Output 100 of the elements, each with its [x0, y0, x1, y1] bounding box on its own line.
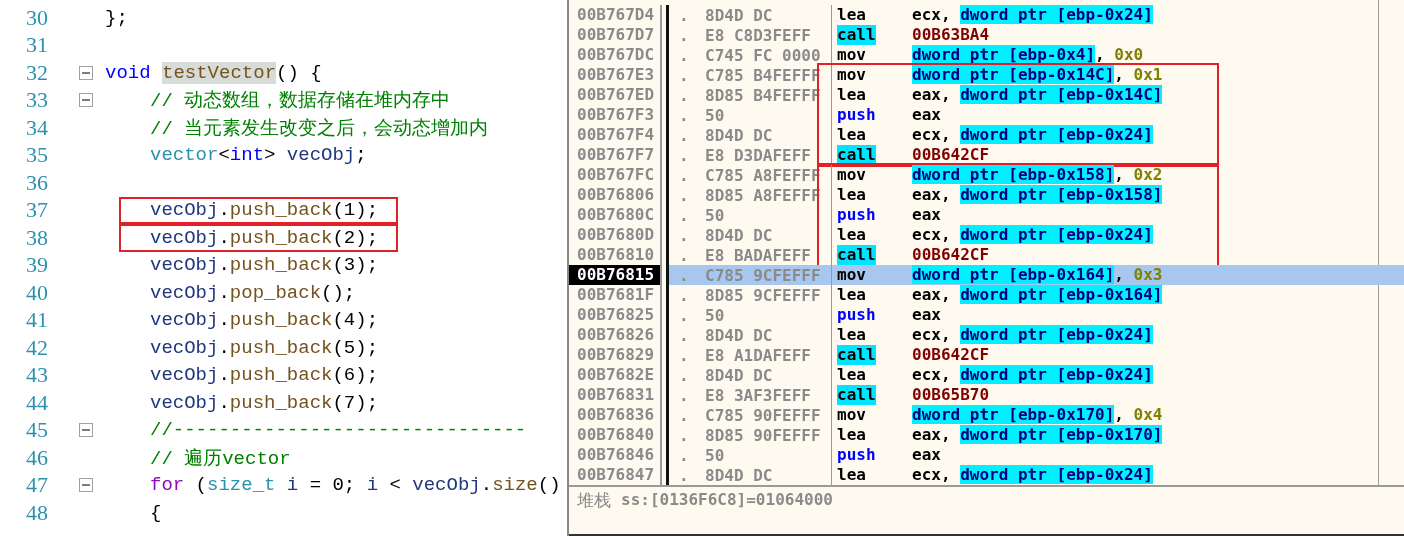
collapse-icon[interactable] [79, 478, 93, 493]
hex-cell: 8D85 9CFEFFF [705, 285, 821, 305]
line-number: 35 [25, 142, 48, 169]
address-cell: 00B7680D [569, 225, 662, 245]
operand-cell-text: 00B63BA4 [912, 25, 991, 45]
address-cell: 00B767E3 [569, 65, 662, 85]
dot-cell-text: . [679, 145, 690, 165]
address-cell: 00B76825 [569, 305, 662, 325]
code-line: // 遍历vector [150, 446, 291, 471]
operand-cell-text: eax, dword ptr [ebp-0x158] [912, 185, 1164, 205]
dot-cell-text: . [679, 5, 690, 25]
code-line: vecObj.push_back(4); [150, 309, 379, 332]
hex-cell: 8D4D DC [705, 325, 773, 345]
mnemonic-cell: mov [837, 65, 866, 85]
hex-cell: 50 [705, 445, 725, 465]
operand-cell-text: 00B642CF [912, 145, 991, 165]
mnemonic-cell: lea [837, 465, 866, 485]
address-cell: 00B767D4 [569, 5, 662, 25]
line-number: 42 [25, 334, 48, 361]
collapse-icon[interactable] [79, 423, 93, 438]
operand-cell-text: ecx, dword ptr [ebp-0x24] [912, 125, 1154, 145]
dot-cell-text: . [679, 105, 690, 125]
mnemonic-cell: lea [837, 185, 866, 205]
operand-cell-text: eax [912, 445, 942, 465]
code-line: vecObj.push_back(5); [150, 336, 379, 359]
address-cell: 00B767F7 [569, 145, 662, 165]
address-cell: 00B76806 [569, 185, 662, 205]
address-cell: 00B767DC [569, 45, 662, 65]
collapse-icon[interactable] [79, 93, 93, 108]
mnemonic-cell: mov [837, 265, 866, 285]
collapse-icon[interactable] [79, 65, 93, 80]
code-line: { [150, 501, 162, 524]
dot-cell-text: . [679, 285, 690, 305]
dot-cell-text: . [679, 45, 690, 65]
hex-cell: E8 3AF3FEFF [705, 385, 811, 405]
line-number: 31 [25, 32, 48, 59]
dot-cell-text: . [679, 205, 690, 225]
code-line: }; [105, 6, 128, 29]
address-cell: 00B76840 [569, 425, 662, 445]
operand-cell-text: ecx, dword ptr [ebp-0x24] [912, 465, 1154, 485]
line-number: 44 [25, 389, 48, 416]
mnemonic-cell: call [837, 245, 876, 265]
code-line: vector<int> vecObj; [150, 144, 367, 167]
mnemonic-cell: call [837, 145, 876, 165]
dot-cell-text: . [679, 25, 690, 45]
hex-cell: E8 D3DAFEFF [705, 145, 811, 165]
hex-cell: 8D4D DC [705, 125, 773, 145]
hex-cell: C785 90FEFFF [705, 405, 821, 425]
mnemonic-cell: call [837, 385, 876, 405]
dot-cell-text: . [679, 385, 690, 405]
dot-cell-text: . [679, 345, 690, 365]
address-cell: 00B76815 [569, 265, 662, 285]
code-line: vecObj.push_back(3); [150, 254, 379, 277]
operand-cell-text: ecx, dword ptr [ebp-0x24] [912, 5, 1154, 25]
dot-cell-text: . [679, 305, 690, 325]
address-cell: 00B76829 [569, 345, 662, 365]
mnemonic-cell: mov [837, 405, 866, 425]
info-value: ss:[0136F6C8]=01064000 [621, 489, 833, 511]
line-number: 39 [25, 252, 48, 279]
address-cell: 00B767F4 [569, 125, 662, 145]
dot-cell-text: . [679, 465, 690, 485]
hex-cell: 8D4D DC [705, 365, 773, 385]
address-cell: 00B76826 [569, 325, 662, 345]
dot-cell-text: . [679, 225, 690, 245]
hex-cell: C785 9CFEFFF [705, 265, 821, 285]
mnemonic-cell: call [837, 25, 876, 45]
dot-cell-text: . [679, 265, 690, 285]
code-line: vecObj.push_back(7); [150, 391, 379, 414]
hex-cell: 8D4D DC [705, 465, 773, 485]
info-label: 堆栈 [577, 489, 611, 512]
operand-cell-text: eax [912, 105, 942, 125]
operand-cell-text: dword ptr [ebp-0x164], 0x3 [912, 265, 1164, 285]
operand-cell-text: ecx, dword ptr [ebp-0x24] [912, 365, 1154, 385]
operand-cell-text: ecx, dword ptr [ebp-0x24] [912, 225, 1154, 245]
dot-cell-text: . [679, 85, 690, 105]
dot-cell-text: . [679, 245, 690, 265]
address-cell: 00B767F3 [569, 105, 662, 125]
line-number: 45 [25, 417, 48, 444]
dot-cell-text: . [679, 185, 690, 205]
operand-cell-text: dword ptr [ebp-0x170], 0x4 [912, 405, 1164, 425]
code-line: vecObj.pop_back(); [150, 281, 356, 304]
mnemonic-cell: lea [837, 225, 866, 245]
address-cell: 00B7681F [569, 285, 662, 305]
hex-cell: 8D4D DC [705, 5, 773, 25]
mnemonic-cell: push [837, 445, 876, 465]
address-cell: 00B7680C [569, 205, 662, 225]
hex-cell: 50 [705, 305, 725, 325]
line-number: 43 [25, 362, 48, 389]
mnemonic-cell: push [837, 205, 876, 225]
hex-cell: E8 A1DAFEFF [705, 345, 811, 365]
code-line: vecObj.push_back(6); [150, 364, 379, 387]
hex-cell: E8 BADAFEFF [705, 245, 811, 265]
operand-cell-text: dword ptr [ebp-0x14C], 0x1 [912, 65, 1164, 85]
code-line: void testVector() { [105, 61, 322, 84]
address-cell: 00B767FC [569, 165, 662, 185]
address-cell: 00B7682E [569, 365, 662, 385]
code-line: vecObj.push_back(2); [150, 226, 379, 249]
hex-cell: E8 C8D3FEFF [705, 25, 811, 45]
operand-cell-text: eax [912, 305, 942, 325]
line-number: 38 [25, 224, 48, 251]
